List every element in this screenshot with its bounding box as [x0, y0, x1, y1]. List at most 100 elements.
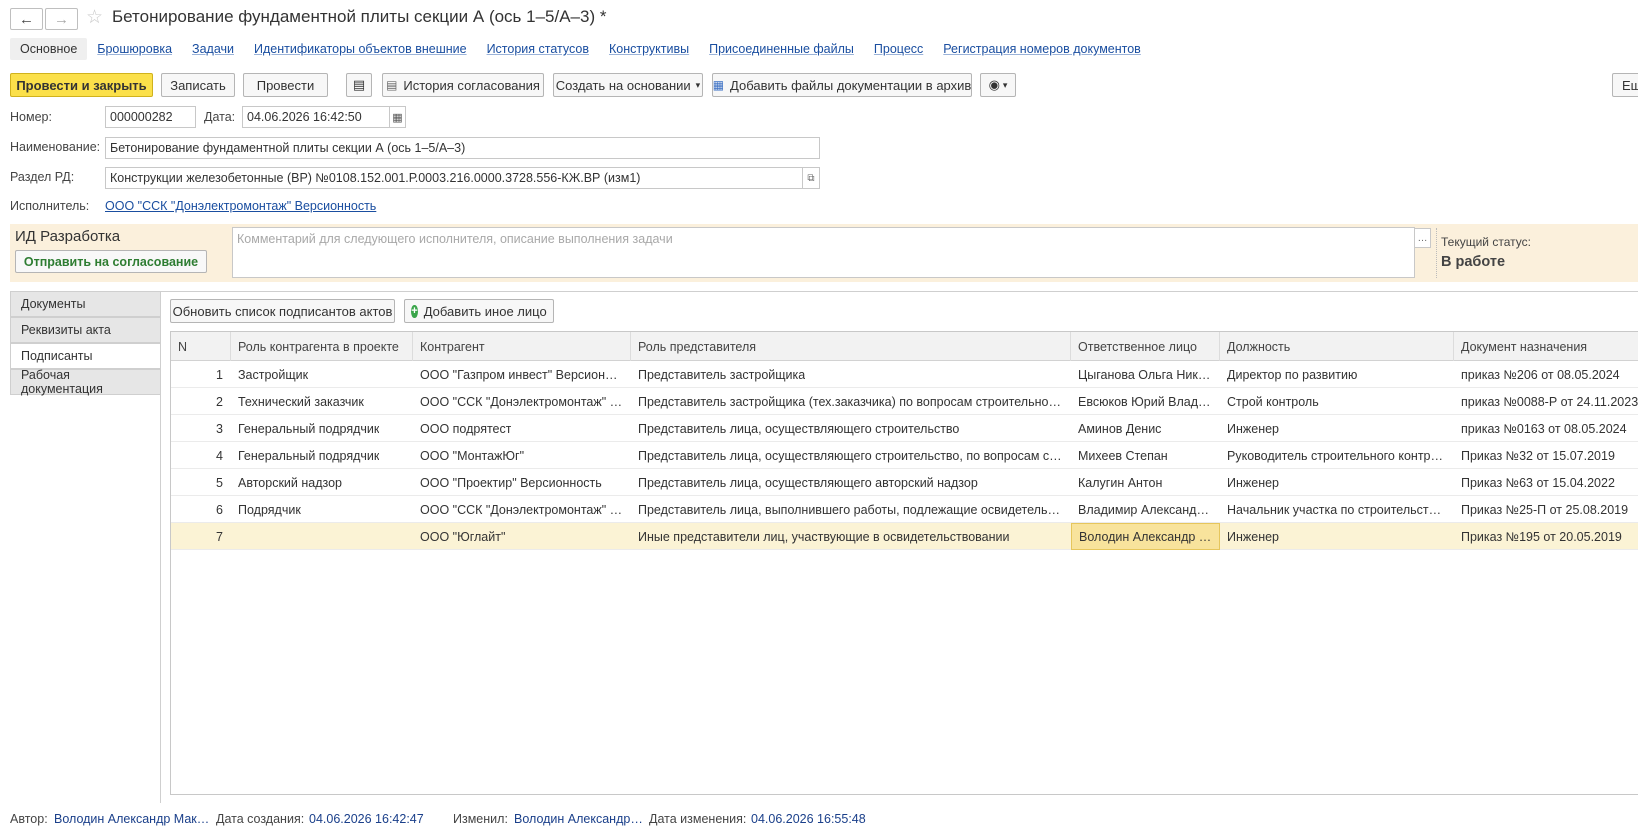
cell-document: Приказ №32 от 15.07.2019: [1461, 448, 1615, 463]
executor-label: Исполнитель:: [10, 199, 90, 213]
add-circle-icon: +: [411, 304, 418, 318]
back-button[interactable]: ←: [10, 8, 43, 30]
chevron-down-icon: ▾: [1002, 79, 1008, 90]
save-button[interactable]: Записать: [161, 73, 235, 97]
name-field[interactable]: Бетонирование фундаментной плиты секции …: [105, 137, 820, 159]
cell-n: 6: [216, 502, 223, 517]
report-button[interactable]: ▤: [346, 73, 372, 97]
table-row-selected[interactable]: 7 ООО "Юглайт" Иные представители лиц, у…: [171, 523, 1638, 550]
cell-contractor: ООО "МонтажЮг": [420, 448, 525, 463]
location-pin-icon: ◉: [988, 77, 1000, 92]
table-row[interactable]: 3 Генеральный подрядчик ООО подрятест Пр…: [171, 415, 1638, 442]
cell-responsible-current[interactable]: Володин Александр …: [1071, 523, 1220, 550]
approval-history-button[interactable]: ▤ История согласования: [382, 73, 544, 97]
tab-structures[interactable]: Конструктивы: [599, 38, 699, 60]
cell-contractor: ООО "ССК "Донэлектромонтаж" В…: [420, 394, 624, 409]
cell-responsible: Владимир Александр…: [1078, 502, 1213, 517]
table-row[interactable]: 6 Подрядчик ООО "ССК "Донэлектромонтаж" …: [171, 496, 1638, 523]
add-files-archive-button[interactable]: ▦ Добавить файлы документации в архив: [712, 73, 972, 97]
add-other-person-button[interactable]: + Добавить иное лицо: [404, 299, 554, 323]
tab-doc-numbers[interactable]: Регистрация номеров документов: [933, 38, 1151, 60]
table-row[interactable]: 4 Генеральный подрядчик ООО "МонтажЮг" П…: [171, 442, 1638, 469]
cell-role: Авторский надзор: [238, 475, 342, 490]
tab-status-history[interactable]: История статусов: [477, 38, 599, 60]
create-based-on-button[interactable]: Создать на основании ▾: [553, 73, 703, 97]
stage-title: ИД Разработка: [15, 228, 121, 245]
tab-binding[interactable]: Брошюровка: [87, 38, 182, 60]
tab-main[interactable]: Основное: [10, 38, 88, 60]
status-value: В работе: [1441, 254, 1506, 270]
forward-button[interactable]: →: [45, 8, 78, 30]
more-button[interactable]: Ещ: [1612, 73, 1638, 97]
cell-responsible: Цыганова Ольга Ник…: [1078, 367, 1211, 382]
cell-position: Директор по развитию: [1227, 367, 1358, 382]
column-header[interactable]: Роль представителя: [631, 332, 1071, 361]
comment-textarea[interactable]: Комментарий для следующего исполнителя, …: [232, 227, 1415, 278]
cell-representative-role: Представитель застройщика (тех.заказчика…: [638, 394, 1064, 409]
side-tab-documents[interactable]: Документы: [10, 291, 161, 317]
column-header[interactable]: Роль контрагента в проекте: [231, 332, 413, 361]
tab-external-ids[interactable]: Идентификаторы объектов внешние: [244, 38, 477, 60]
side-tab-act-details[interactable]: Реквизиты акта: [10, 317, 161, 343]
date-field[interactable]: 04.06.2026 16:42:50: [242, 106, 390, 128]
cell-responsible: Евсюков Юрий Влад…: [1078, 394, 1211, 409]
section-field[interactable]: Конструкции железобетонные (ВР) №0108.15…: [105, 167, 803, 189]
side-tab-signers[interactable]: Подписанты: [10, 343, 161, 369]
cell-n: 5: [216, 475, 223, 490]
open-link-icon[interactable]: ⧉: [802, 167, 820, 189]
column-header[interactable]: Контрагент: [413, 332, 631, 361]
add-files-label: Добавить файлы документации в архив: [730, 77, 972, 93]
cell-n: 2: [216, 394, 223, 409]
cell-role: Генеральный подрядчик: [238, 421, 380, 436]
panel-divider: [1436, 228, 1437, 278]
cell-representative-role: Представитель лица, осуществляющего стро…: [638, 421, 960, 436]
cell-contractor: ООО подрятест: [420, 421, 512, 436]
cell-responsible: Аминов Денис: [1078, 421, 1162, 436]
column-header[interactable]: Должность: [1220, 332, 1454, 361]
cell-position: Инженер: [1227, 421, 1280, 436]
cell-document: приказ №206 от 08.05.2024: [1461, 367, 1620, 382]
cell-document: Приказ №63 от 15.04.2022: [1461, 475, 1615, 490]
refresh-signers-button[interactable]: Обновить список подписантов актов: [170, 299, 395, 323]
calendar-icon[interactable]: ▦: [389, 106, 406, 128]
side-tab-working-docs[interactable]: Рабочая документация: [10, 368, 161, 396]
executor-link[interactable]: ООО "ССК "Донэлектромонтаж" Версионность: [105, 199, 376, 213]
more-actions-button[interactable]: ◉ ▾: [980, 73, 1016, 97]
send-for-approval-button[interactable]: Отправить на согласование: [15, 250, 207, 273]
column-header[interactable]: Ответственное лицо: [1071, 332, 1220, 361]
cell-position: Инженер: [1227, 529, 1280, 544]
cell-role: Застройщик: [238, 367, 309, 382]
created-label: Дата создания:: [216, 812, 305, 826]
column-header[interactable]: Документ назначения: [1454, 332, 1638, 361]
date-label: Дата:: [204, 110, 236, 124]
post-button[interactable]: Провести: [243, 73, 328, 97]
table-row[interactable]: 1 Застройщик ООО "Газпром инвест" Версио…: [171, 361, 1638, 388]
status-label: Текущий статус:: [1441, 235, 1531, 249]
column-header[interactable]: N: [171, 332, 231, 361]
post-and-close-button[interactable]: Провести и закрыть: [10, 73, 153, 97]
comment-placeholder: Комментарий для следующего исполнителя, …: [237, 232, 673, 246]
author-value[interactable]: Володин Александр Мак…: [54, 812, 209, 826]
tab-tasks[interactable]: Задачи: [182, 38, 244, 60]
name-label: Наименование:: [10, 140, 101, 154]
star-icon[interactable]: ☆: [86, 6, 103, 29]
cell-document: приказ №0088-Р от 24.11.2023: [1461, 394, 1638, 409]
cell-position: Начальник участка по строительству…: [1227, 502, 1447, 517]
cell-role: Генеральный подрядчик: [238, 448, 380, 463]
expand-comment-button[interactable]: …: [1414, 228, 1431, 248]
tab-attached-files[interactable]: Присоединенные файлы: [699, 38, 864, 60]
table-header: N Роль контрагента в проекте Контрагент …: [171, 332, 1638, 361]
cell-responsible: Калугин Антон: [1078, 475, 1163, 490]
cell-responsible: Михеев Степан: [1078, 448, 1168, 463]
cell-n: 7: [216, 529, 223, 544]
number-field[interactable]: 000000282: [105, 106, 196, 128]
tab-process[interactable]: Процесс: [864, 38, 933, 60]
cell-representative-role: Представитель лица, осуществляющего стро…: [638, 448, 1064, 463]
modified-by-value[interactable]: Володин Александр…: [514, 812, 643, 826]
table-row[interactable]: 5 Авторский надзор ООО "Проектир" Версио…: [171, 469, 1638, 496]
table-row[interactable]: 2 Технический заказчик ООО "ССК "Донэлек…: [171, 388, 1638, 415]
cell-position: Руководитель строительного контроля: [1227, 448, 1447, 463]
cell-n: 1: [216, 367, 223, 382]
cell-contractor: ООО "ССК "Донэлектромонтаж" В…: [420, 502, 624, 517]
cell-position: Инженер: [1227, 475, 1280, 490]
